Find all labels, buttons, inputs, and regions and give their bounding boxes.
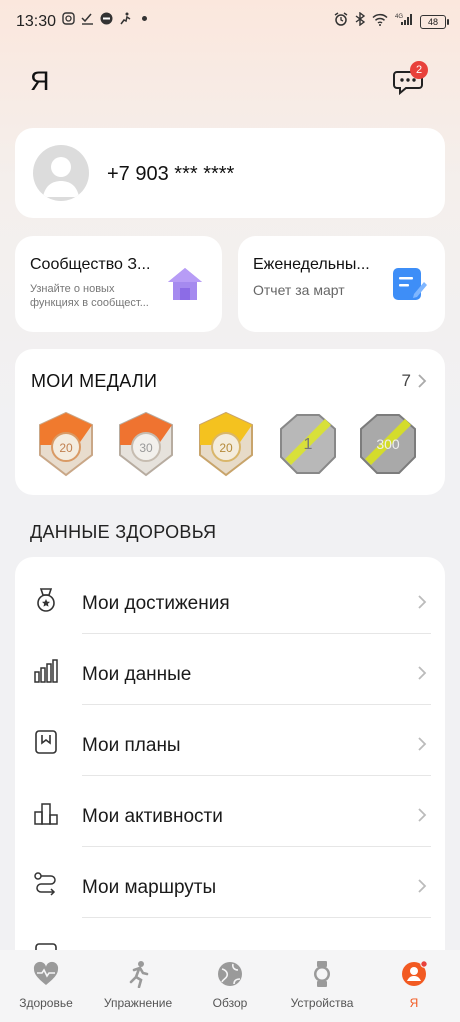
instagram-icon <box>62 12 75 25</box>
medal-silver-1-icon: 1 <box>280 414 336 474</box>
medal-running-30-icon: 30 <box>119 411 173 477</box>
medals-card[interactable]: МОИ МЕДАЛИ 7 20 30 20 1 300 <box>15 349 445 495</box>
list-item-label: Мои маршруты <box>82 877 217 898</box>
medal-silver-300-icon: 300 <box>360 414 416 474</box>
activity-icon <box>119 12 132 25</box>
list-item-achievements[interactable]: Мои достижения <box>15 563 445 634</box>
svg-text:4G: 4G <box>395 14 403 20</box>
activities-icon <box>34 803 58 825</box>
wifi-icon <box>372 13 388 31</box>
route-icon <box>34 872 56 896</box>
tab-me[interactable]: Я <box>368 950 460 1022</box>
medals-count: 7 <box>401 371 411 390</box>
list-item-plans[interactable]: Мои планы <box>15 705 445 776</box>
list-item-label: Мои планы <box>82 735 181 756</box>
tab-label: Здоровье <box>19 996 73 1010</box>
tab-devices[interactable]: Устройства <box>276 950 368 1022</box>
list-item-data[interactable]: Мои данные <box>15 634 445 705</box>
chevron-right-icon <box>418 737 427 751</box>
svg-text:20: 20 <box>219 441 233 455</box>
messages-badge: 2 <box>410 61 428 79</box>
community-title: Сообщество З... <box>30 256 151 273</box>
chevron-right-icon <box>418 808 427 822</box>
weekly-title: Еженедельны... <box>253 256 370 273</box>
list-item-activities[interactable]: Мои активности <box>15 776 445 847</box>
health-section-title: ДАННЫЕ ЗДОРОВЬЯ <box>30 522 217 542</box>
tab-label: Я <box>409 996 419 1010</box>
weekly-report-card[interactable]: Еженедельны... Отчет за март <box>238 236 445 332</box>
list-item-label: Мои достижения <box>82 593 230 614</box>
chevron-right-icon <box>418 595 427 609</box>
more-dot-icon <box>138 12 151 25</box>
tab-overview[interactable]: Обзор <box>184 950 276 1022</box>
tab-health[interactable]: Здоровье <box>0 950 92 1022</box>
runner-icon <box>129 961 149 988</box>
status-bar: 13:30 4G 48 <box>0 0 460 44</box>
medal-item[interactable]: 20 <box>195 411 257 477</box>
medal-running-20-icon: 20 <box>39 411 93 477</box>
profile-card[interactable]: +7 903 *** **** <box>15 128 445 218</box>
user-avatar-icon <box>43 157 79 197</box>
watch-icon <box>314 961 330 987</box>
health-list: Мои достижения Мои данные Мои планы Мои … <box>15 557 445 957</box>
alarm-icon <box>334 12 348 31</box>
chevron-right-icon <box>418 374 427 388</box>
status-time: 13:30 <box>16 13 57 30</box>
medal-activity-20-icon: 20 <box>199 411 253 477</box>
profile-icon <box>402 960 428 986</box>
medal-item[interactable]: 300 <box>357 411 419 477</box>
system-icons: 4G 48 <box>334 11 449 31</box>
page-title: Я <box>30 66 50 96</box>
bluetooth-icon <box>355 11 366 31</box>
medals-title: МОИ МЕДАЛИ <box>31 371 158 391</box>
battery-icon: 48 <box>420 14 449 29</box>
community-subtitle-line2: функциях в сообщест... <box>30 297 149 309</box>
heart-icon <box>33 961 59 985</box>
community-subtitle: Узнайте о новых функциях в сообщест... <box>30 282 149 310</box>
chevron-right-icon <box>418 666 427 680</box>
tab-label: Упражнение <box>103 996 173 1010</box>
medal-icon <box>37 588 55 612</box>
chevron-right-icon <box>418 879 427 893</box>
bottom-tab-bar: Здоровье Упражнение Обзор Устройства Я <box>0 950 460 1022</box>
community-card[interactable]: Сообщество З... Узнайте о новых функциях… <box>15 236 222 332</box>
bookmark-plan-icon <box>35 730 57 754</box>
medal-item[interactable]: 20 <box>35 411 97 477</box>
tab-label: Обзор <box>212 996 248 1010</box>
home-community-icon <box>168 268 202 300</box>
svg-text:300: 300 <box>376 436 400 452</box>
svg-text:1: 1 <box>304 436 313 453</box>
list-item-label: Мои активности <box>82 806 223 827</box>
svg-text:20: 20 <box>59 441 73 455</box>
avatar <box>33 145 89 201</box>
tab-exercise[interactable]: Упражнение <box>92 950 184 1022</box>
globe-icon <box>218 962 242 986</box>
tab-label: Устройства <box>290 996 354 1010</box>
profile-phone: +7 903 *** **** <box>107 163 235 185</box>
medal-item[interactable]: 30 <box>115 411 177 477</box>
medal-item[interactable]: 1 <box>277 411 339 477</box>
report-edit-icon <box>393 268 427 300</box>
check-list-icon <box>81 12 94 25</box>
list-item-routes[interactable]: Мои маршруты <box>15 847 445 918</box>
community-subtitle-line1: Узнайте о новых <box>30 283 115 295</box>
bar-chart-icon <box>34 659 58 683</box>
weekly-subtitle: Отчет за март <box>253 282 345 298</box>
list-item-label: Мои данные <box>82 664 192 685</box>
notification-icons <box>62 12 151 25</box>
svg-text:30: 30 <box>139 441 153 455</box>
app-icon <box>100 12 113 25</box>
cellular-icon: 4G <box>395 12 413 31</box>
